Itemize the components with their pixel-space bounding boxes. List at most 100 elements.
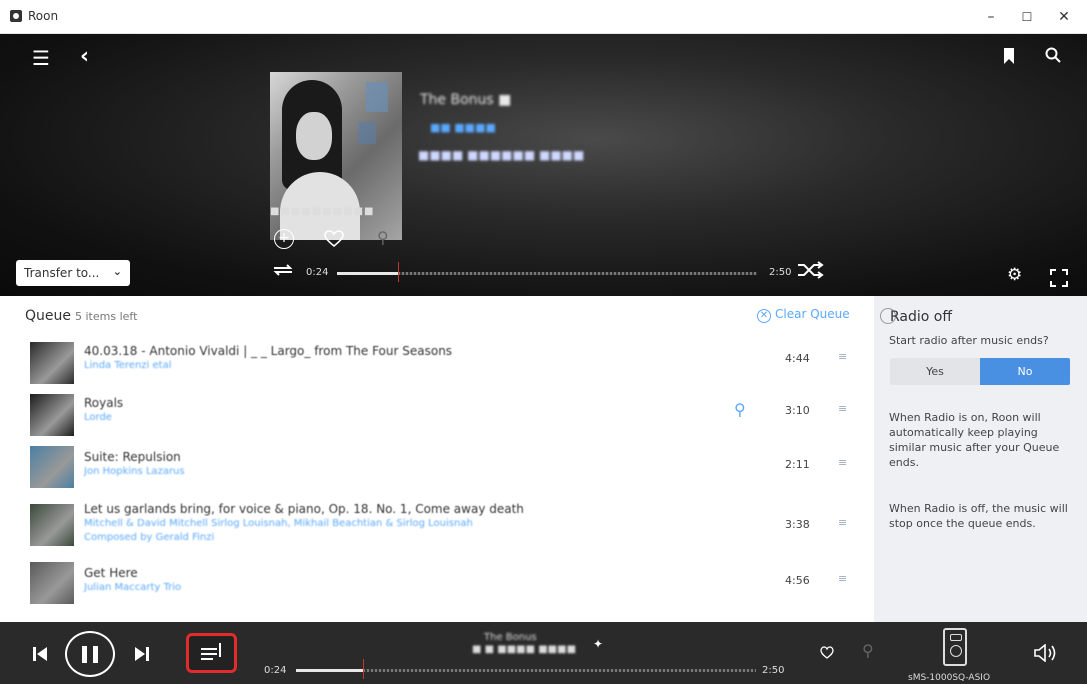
footer-time-total: 2:50 xyxy=(762,665,785,676)
back-icon[interactable]: ‹ xyxy=(80,46,89,68)
queue-icon-note xyxy=(219,643,221,657)
maximize-button[interactable]: ☐ xyxy=(1010,6,1044,28)
queue-row[interactable]: Royals Lorde ⚲ 3:10 ≡ xyxy=(0,388,874,442)
queue-row[interactable]: Get Here Julian Maccarty Trio 4:56 ≡ xyxy=(0,558,874,612)
radio-toggle[interactable]: Yes No xyxy=(890,358,1070,385)
heart-icon[interactable] xyxy=(820,646,834,659)
seek-remaining xyxy=(398,272,757,275)
shuffle-icon[interactable] xyxy=(796,261,824,279)
queue-track-title[interactable]: Let us garlands bring, for voice & piano… xyxy=(84,502,524,516)
queue-icon-line xyxy=(201,648,217,650)
now-playing-hero: ☰ ‹ ■■■■■■■■■■ The Bonus ■ ■■ ■■■■ ■■■■ … xyxy=(0,34,1087,296)
clear-icon: ✕ xyxy=(757,309,771,323)
pause-icon[interactable] xyxy=(65,631,115,677)
track-thumbnail xyxy=(30,394,74,436)
radio-title-label: Radio off xyxy=(890,309,953,325)
hero-seek-bar[interactable] xyxy=(337,262,757,282)
track-thumbnail xyxy=(30,504,74,546)
bookmark-icon[interactable] xyxy=(1003,48,1015,64)
queue-header: Queue 5 items left xyxy=(25,308,137,324)
queue-icon[interactable] xyxy=(186,633,237,673)
queue-track-artist[interactable]: Julian Maccarty Trio xyxy=(84,582,181,593)
queue-track-title[interactable]: Suite: Repulsion xyxy=(84,450,181,464)
pin-icon[interactable]: ⚲ xyxy=(377,230,389,246)
search-icon[interactable] xyxy=(1045,47,1061,63)
queue-track-artist[interactable]: Jon Hopkins Lazarus xyxy=(84,466,185,477)
queue-track-title[interactable]: Royals xyxy=(84,396,123,410)
drag-handle-icon[interactable]: ≡ xyxy=(838,456,847,469)
pin-icon[interactable]: ⚲ xyxy=(734,400,746,419)
queue-row[interactable]: 40.03.18 - Antonio Vivaldi | _ _ Largo_ … xyxy=(0,336,874,390)
queue-count: 5 items left xyxy=(75,310,138,323)
footer-time-elapsed: 0:24 xyxy=(264,665,287,676)
footer-seek-bar[interactable] xyxy=(296,659,756,679)
zone-name[interactable]: sMS-1000SQ-ASIO xyxy=(908,673,990,683)
settings-icon[interactable]: ⚙ xyxy=(1007,267,1022,284)
footer-track-title[interactable]: The Bonus xyxy=(484,632,537,643)
queue-title: Queue xyxy=(25,308,71,324)
track-thumbnail xyxy=(30,342,74,384)
minimize-button[interactable]: – xyxy=(974,6,1008,28)
drag-handle-icon[interactable]: ≡ xyxy=(838,350,847,363)
radio-on-description: When Radio is on, Roon will automaticall… xyxy=(889,411,1060,469)
sparkle-icon: ✦ xyxy=(593,637,604,651)
track-album[interactable]: ■■■■ ■■■■■■ ■■■■ xyxy=(418,148,584,162)
fullscreen-icon[interactable] xyxy=(1050,269,1068,287)
heart-icon[interactable] xyxy=(324,230,344,248)
queue-track-duration: 3:10 xyxy=(785,404,810,417)
transport-bar: The Bonus ■ ■ ■■■■ ■■■■ ✦ 0:24 2:50 ⚲ sM… xyxy=(0,622,1087,684)
seek-played xyxy=(296,669,363,672)
queue-track-duration: 4:44 xyxy=(785,352,810,365)
transfer-dropdown[interactable]: Transfer to... ⌄ xyxy=(16,260,130,286)
title-bar: Roon – ☐ ✕ xyxy=(0,0,1087,34)
queue-row[interactable]: Let us garlands bring, for voice & piano… xyxy=(0,496,874,558)
queue-track-duration: 4:56 xyxy=(785,574,810,587)
pin-icon[interactable]: ⚲ xyxy=(862,643,874,659)
queue-track-artist[interactable]: Linda Terenzi etal xyxy=(84,360,171,371)
queue-panel: Queue 5 items left ✕ Clear Queue 40.03.18 … xyxy=(0,296,874,622)
drag-handle-icon[interactable]: ≡ xyxy=(838,516,847,529)
clear-queue-button[interactable]: ✕ Clear Queue xyxy=(757,307,850,323)
radio-no-button[interactable]: No xyxy=(980,358,1070,385)
seek-playhead[interactable] xyxy=(398,262,399,282)
previous-icon[interactable] xyxy=(32,646,48,662)
queue-icon-line xyxy=(201,658,213,660)
album-art-caption: ■■■■■■■■■■ xyxy=(270,206,375,217)
queue-track-artist[interactable]: Mitchell & David Mitchell Sirlog Louisna… xyxy=(84,518,473,529)
queue-track-title[interactable]: Get Here xyxy=(84,566,138,580)
queue-track-duration: 2:11 xyxy=(785,458,810,471)
window-title: Roon xyxy=(28,9,59,23)
menu-icon[interactable]: ☰ xyxy=(32,48,50,68)
queue-track-artist[interactable]: Lorde xyxy=(84,412,112,423)
seek-played xyxy=(337,272,398,275)
seek-remaining xyxy=(363,669,756,672)
radio-question: Start radio after music ends? xyxy=(889,334,1049,347)
repeat-icon[interactable] xyxy=(270,262,296,278)
transfer-label: Transfer to... xyxy=(24,266,100,280)
roon-app-icon xyxy=(10,10,22,22)
seek-playhead[interactable] xyxy=(363,659,364,679)
speaker-icon[interactable] xyxy=(943,628,967,666)
track-title[interactable]: The Bonus ■ xyxy=(420,92,511,108)
queue-track-duration: 3:38 xyxy=(785,518,810,531)
hero-time-elapsed: 0:24 xyxy=(306,267,329,278)
clear-queue-label: Clear Queue xyxy=(775,307,850,321)
radio-yes-button[interactable]: Yes xyxy=(890,358,980,385)
track-thumbnail xyxy=(30,562,74,604)
footer-track-artist[interactable]: ■ ■ ■■■■ ■■■■ xyxy=(472,644,576,655)
track-thumbnail xyxy=(30,446,74,488)
queue-row[interactable]: Suite: Repulsion Jon Hopkins Lazarus 2:1… xyxy=(0,440,874,494)
radio-panel: Radio off Start radio after music ends? … xyxy=(874,296,1087,622)
queue-track-composer[interactable]: Composed by Gerald Finzi xyxy=(84,532,214,543)
queue-track-title[interactable]: 40.03.18 - Antonio Vivaldi | _ _ Largo_ … xyxy=(84,344,452,358)
track-artist[interactable]: ■■ ■■■■ xyxy=(430,121,496,134)
drag-handle-icon[interactable]: ≡ xyxy=(838,402,847,415)
chevron-down-icon: ⌄ xyxy=(112,265,122,278)
close-button[interactable]: ✕ xyxy=(1047,6,1081,28)
radio-title[interactable]: Radio off xyxy=(880,308,952,325)
drag-handle-icon[interactable]: ≡ xyxy=(838,572,847,585)
queue-icon-line xyxy=(201,653,217,655)
next-icon[interactable] xyxy=(134,646,150,662)
add-icon[interactable]: + xyxy=(274,229,294,249)
volume-icon[interactable] xyxy=(1034,644,1058,662)
